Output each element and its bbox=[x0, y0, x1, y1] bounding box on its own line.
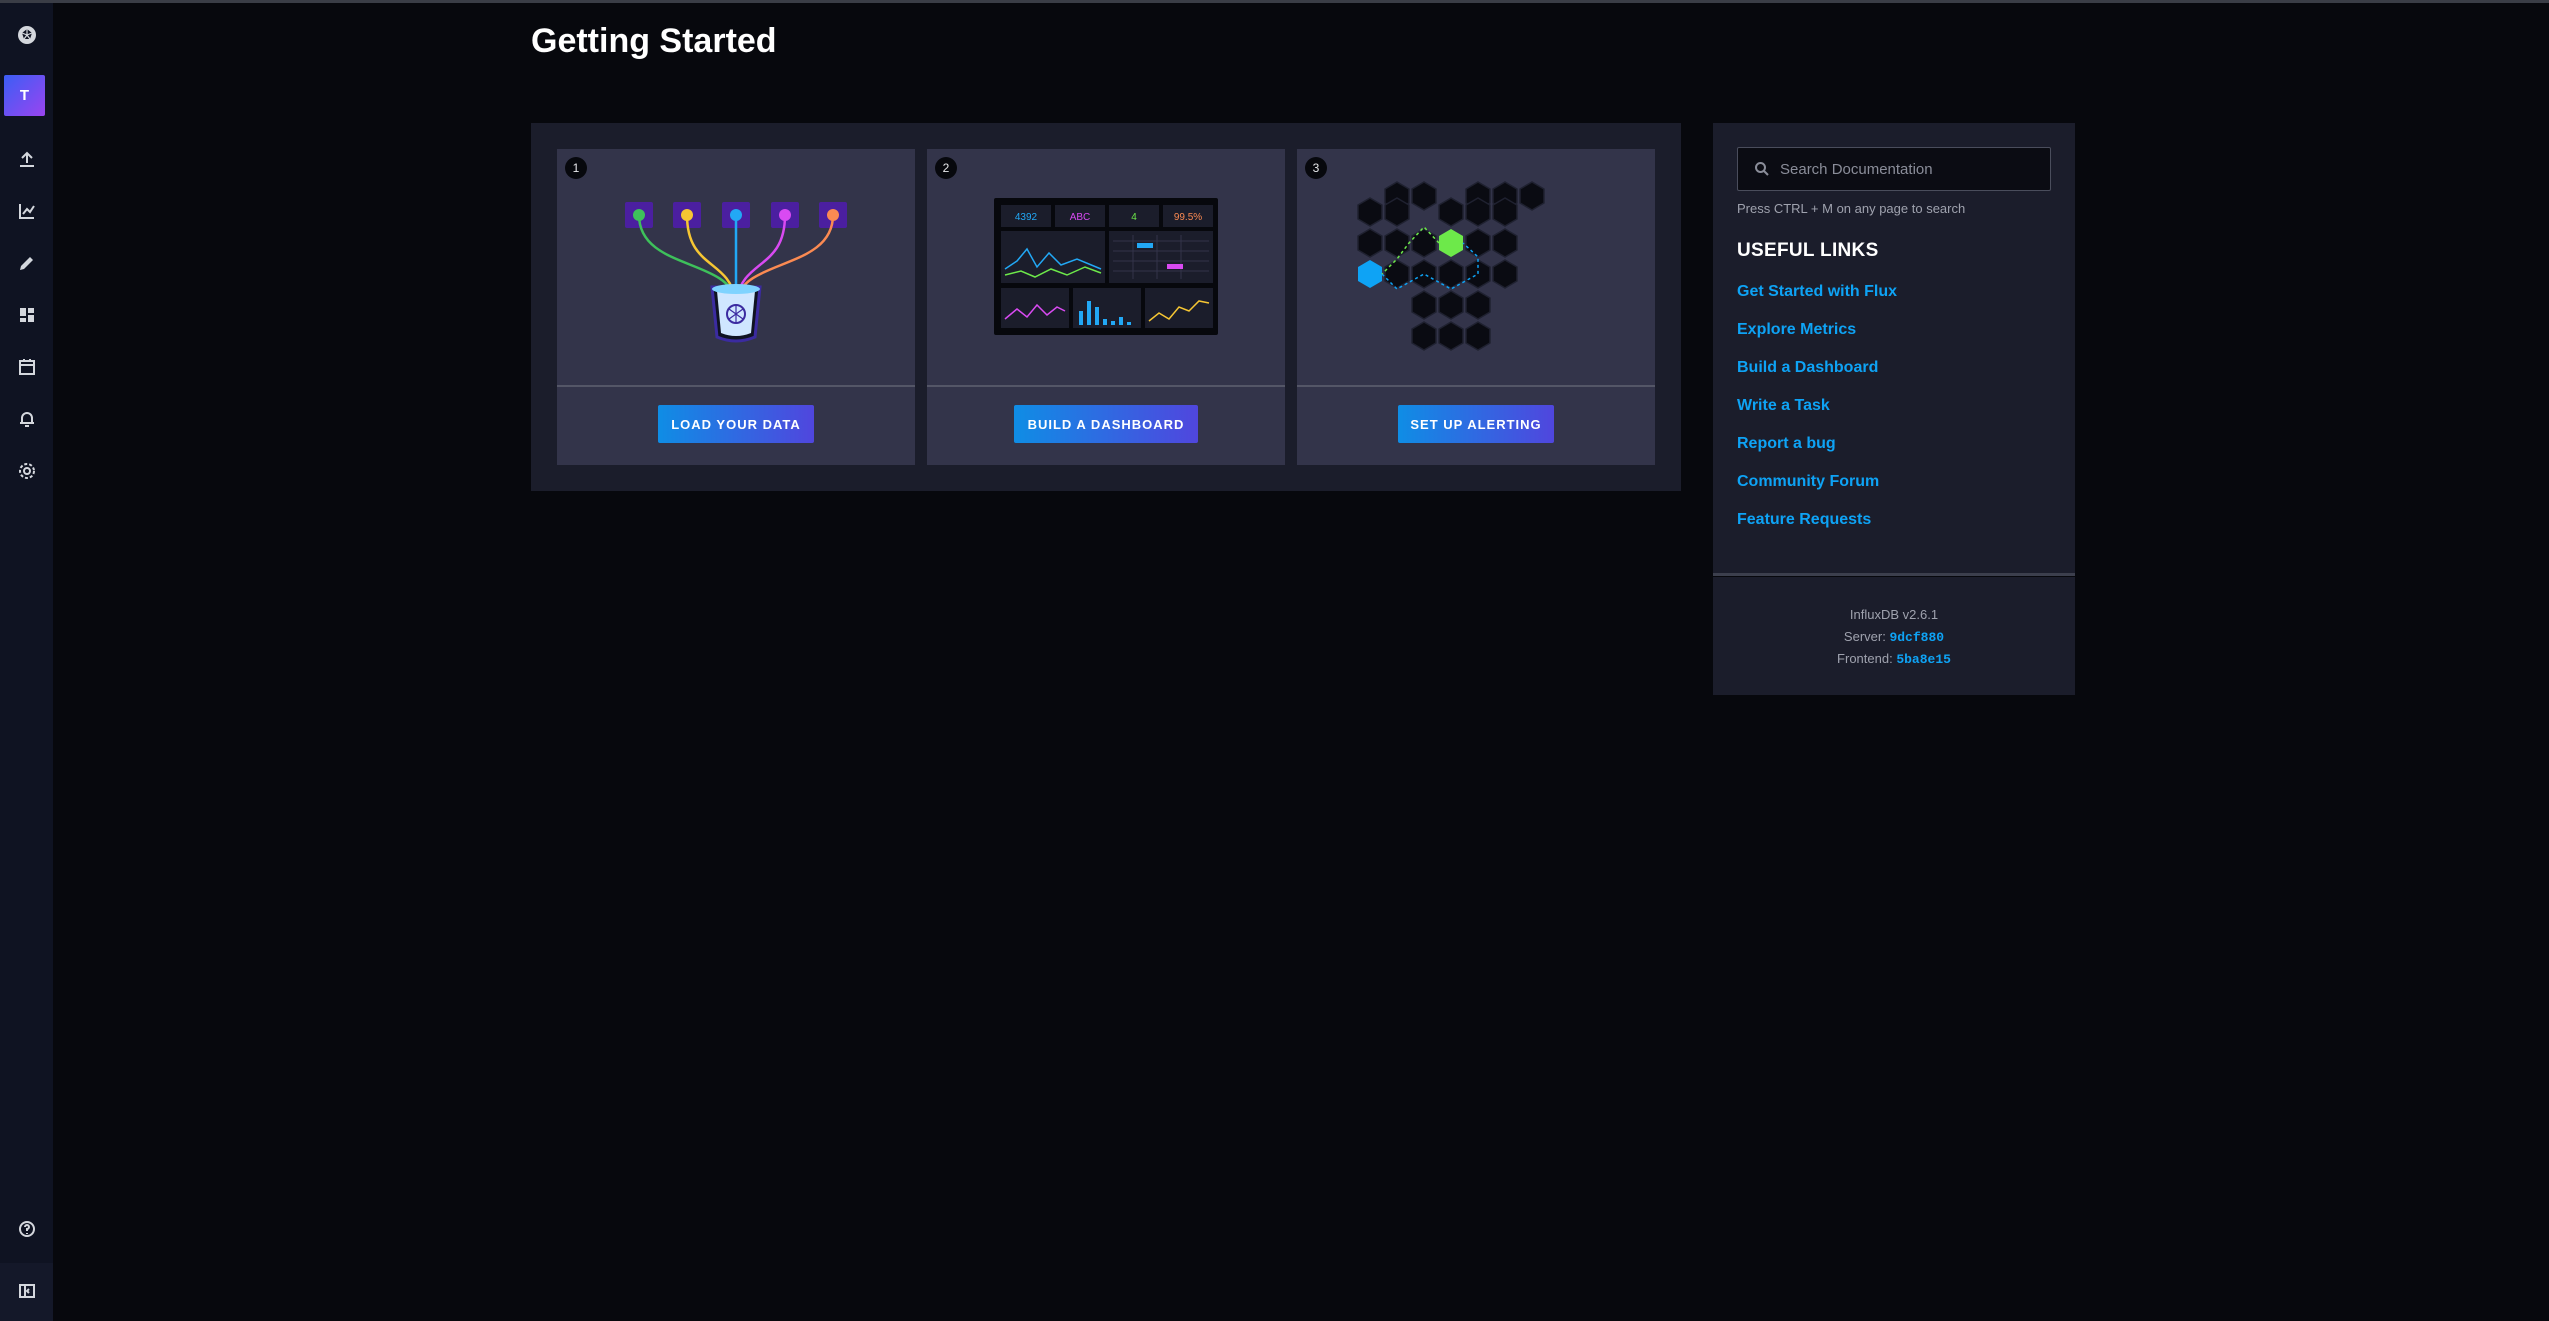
step-card-build-dashboard: 4392 ABC 4 99.5% 2 BUILD A DASHBOARD bbox=[927, 149, 1285, 465]
search-documentation-input[interactable] bbox=[1780, 154, 2040, 184]
card-divider bbox=[1297, 385, 1655, 387]
set-up-alerting-button[interactable]: SET UP ALERTING bbox=[1398, 405, 1554, 443]
help-icon[interactable] bbox=[0, 1207, 53, 1251]
frontend-hash: 5ba8e15 bbox=[1896, 652, 1951, 667]
stat-2: ABC bbox=[1070, 212, 1091, 223]
version-info: InfluxDB v2.6.1 Server: 9dcf880 Frontend… bbox=[1713, 577, 2075, 695]
step-card-load-data: 1 LOAD YOUR DATA bbox=[557, 149, 915, 465]
load-your-data-button[interactable]: LOAD YOUR DATA bbox=[658, 405, 814, 443]
server-version: Server: 9dcf880 bbox=[1713, 626, 2075, 648]
card-divider bbox=[557, 385, 915, 387]
frontend-version: Frontend: 5ba8e15 bbox=[1713, 648, 2075, 670]
graph-icon[interactable] bbox=[0, 189, 53, 233]
influx-logo-icon[interactable] bbox=[0, 13, 53, 57]
collapse-icon[interactable] bbox=[0, 1269, 53, 1313]
frontend-label: Frontend: bbox=[1837, 651, 1893, 666]
alerting-illustration bbox=[1357, 181, 1545, 351]
step-number: 3 bbox=[1305, 157, 1327, 179]
useful-links-heading: USEFUL LINKS bbox=[1737, 240, 1879, 261]
stat-3: 4 bbox=[1131, 212, 1137, 223]
link-feature-requests[interactable]: Feature Requests bbox=[1737, 511, 1897, 549]
step-number: 2 bbox=[935, 157, 957, 179]
org-initial: T bbox=[19, 87, 30, 104]
dashboard-illustration: 4392 ABC 4 99.5% bbox=[994, 198, 1218, 335]
panel-divider bbox=[1713, 573, 2075, 576]
link-report-a-bug[interactable]: Report a bug bbox=[1737, 435, 1897, 473]
product-version: InfluxDB v2.6.1 bbox=[1849, 607, 1939, 622]
getting-started-panel: 1 LOAD YOUR DATA 4392 ABC 4 99.5% 2 BUIL… bbox=[531, 123, 1681, 491]
link-write-a-task[interactable]: Write a Task bbox=[1737, 397, 1897, 435]
load-data-illustration bbox=[625, 202, 847, 343]
search-box[interactable] bbox=[1737, 147, 2051, 191]
search-icon bbox=[1755, 162, 1769, 176]
pencil-icon[interactable] bbox=[0, 241, 53, 285]
documentation-panel: Press CTRL + M on any page to search USE… bbox=[1713, 123, 2075, 576]
server-hash: 9dcf880 bbox=[1889, 630, 1945, 645]
upload-icon[interactable] bbox=[0, 137, 53, 181]
step-number: 1 bbox=[565, 157, 587, 179]
search-hint: Press CTRL + M on any page to search bbox=[1737, 201, 1966, 216]
page-title: Getting Started bbox=[531, 22, 777, 60]
org-avatar[interactable]: T bbox=[4, 75, 45, 116]
dashboards-icon[interactable] bbox=[0, 293, 53, 337]
server-label: Server: bbox=[1843, 629, 1886, 644]
link-get-started-with-flux[interactable]: Get Started with Flux bbox=[1737, 283, 1897, 321]
build-a-dashboard-button[interactable]: BUILD A DASHBOARD bbox=[1014, 405, 1198, 443]
stat-4: 99.5% bbox=[1174, 212, 1202, 223]
gear-icon[interactable] bbox=[0, 449, 53, 493]
card-divider bbox=[927, 385, 1285, 387]
link-build-a-dashboard[interactable]: Build a Dashboard bbox=[1737, 359, 1897, 397]
step-card-set-up-alerting: 3 SET UP ALERTING bbox=[1297, 149, 1655, 465]
stat-1: 4392 bbox=[1015, 212, 1038, 223]
link-explore-metrics[interactable]: Explore Metrics bbox=[1737, 321, 1897, 359]
bell-icon[interactable] bbox=[0, 397, 53, 441]
useful-links-list: Get Started with Flux Explore Metrics Bu… bbox=[1737, 283, 1897, 549]
top-border bbox=[0, 0, 2549, 3]
link-community-forum[interactable]: Community Forum bbox=[1737, 473, 1897, 511]
calendar-icon[interactable] bbox=[0, 345, 53, 389]
sidebar: T bbox=[0, 3, 53, 1321]
